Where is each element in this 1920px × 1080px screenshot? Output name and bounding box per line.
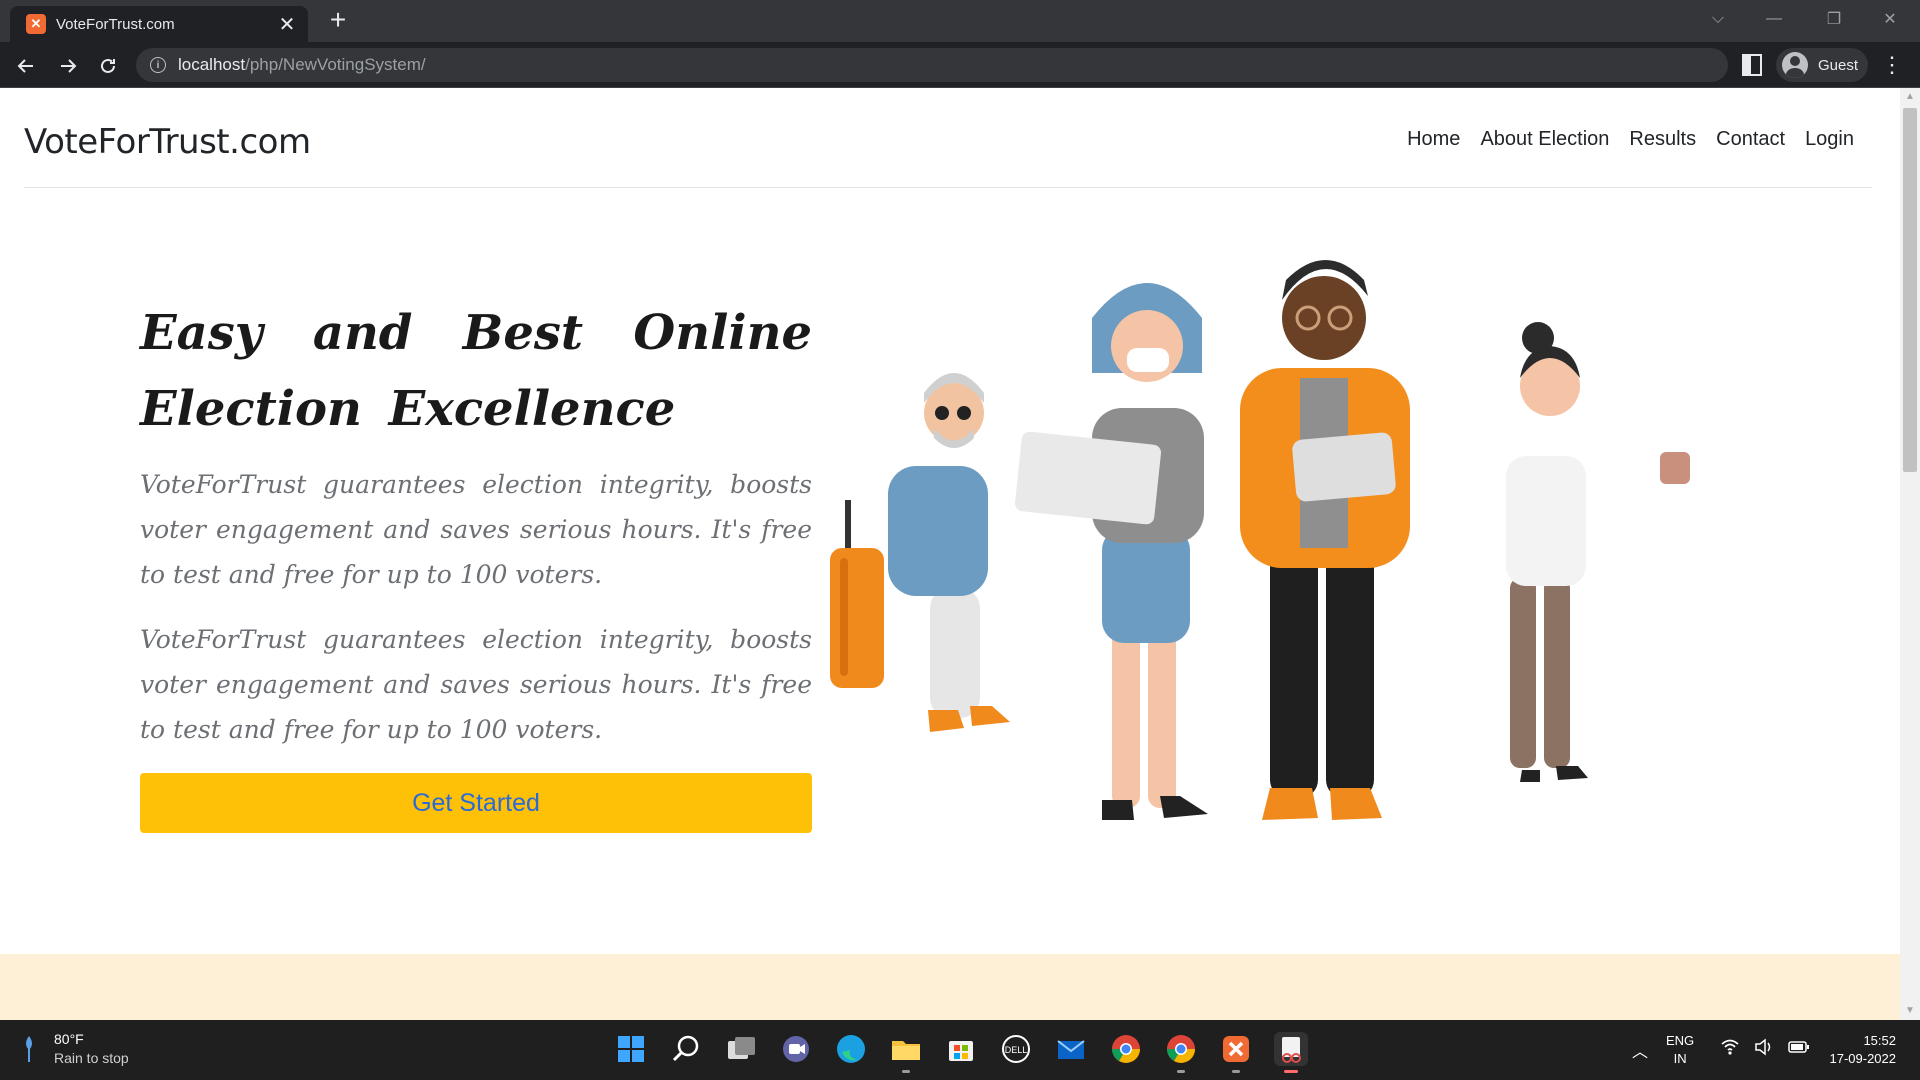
page-scrollbar[interactable]: ▲ ▼ (1900, 88, 1920, 1020)
task-view-icon[interactable] (724, 1032, 758, 1066)
chrome-icon[interactable] (1109, 1032, 1143, 1066)
voters-illustration (830, 260, 1690, 820)
hero-title: Easy and Best Online Election Excellence (140, 305, 812, 437)
forward-icon[interactable] (52, 50, 84, 82)
nav-home[interactable]: Home (1407, 128, 1460, 151)
nav-contact[interactable]: Contact (1716, 128, 1785, 151)
reload-icon[interactable] (92, 50, 124, 82)
volume-icon[interactable] (1754, 1038, 1774, 1056)
edge-icon[interactable] (834, 1032, 868, 1066)
region-code: IN (1673, 1051, 1687, 1066)
elderly-man-figure (888, 373, 1010, 732)
url-text: localhost/php/NewVotingSystem/ (178, 55, 426, 74)
browser-toolbar: i localhost/php/NewVotingSystem/ Guest ⋮ (0, 42, 1920, 88)
hero-paragraph: VoteForTrust guarantees election integri… (140, 625, 812, 744)
clock-date: 17-09-2022 (1829, 1051, 1897, 1066)
teams-chat-icon[interactable] (779, 1032, 813, 1066)
snipping-tool-icon[interactable] (1274, 1032, 1308, 1073)
weather-widget[interactable]: 80°F Rain to stop (22, 1030, 129, 1068)
chrome-profile-icon[interactable] (1164, 1032, 1198, 1073)
language-code: ENG (1666, 1033, 1695, 1048)
chevron-up-icon[interactable]: ︿ (1632, 1038, 1648, 1062)
search-icon[interactable] (669, 1032, 703, 1066)
site-header: VoteForTrust.com Home About Election Res… (24, 88, 1872, 188)
system-tray-icons[interactable] (1720, 1038, 1810, 1056)
new-tab-button[interactable]: + (322, 6, 354, 36)
profile-button[interactable]: Guest (1776, 48, 1868, 82)
next-section-preview (0, 954, 1900, 1020)
clock-time: 15:52 (1863, 1033, 1896, 1048)
get-started-button[interactable]: Get Started (140, 773, 812, 833)
woman-with-laptop-figure (1014, 283, 1208, 820)
xampp-favicon-icon: ✕ (26, 14, 46, 34)
nav-results[interactable]: Results (1629, 128, 1696, 151)
woman-with-mug-figure (1506, 322, 1690, 782)
hero-paragraph: VoteForTrust guarantees election integri… (140, 470, 812, 589)
scroll-down-icon[interactable]: ▼ (1900, 1002, 1920, 1020)
active-indicator (1284, 1070, 1298, 1073)
weather-description: Rain to stop (54, 1050, 129, 1066)
weather-umbrella-icon (26, 1036, 32, 1062)
tab-title: VoteForTrust.com (56, 15, 175, 33)
guest-avatar-icon (1782, 52, 1808, 78)
restore-button[interactable]: ❐ (1806, 0, 1862, 38)
xampp-icon[interactable] (1219, 1032, 1253, 1073)
site-nav: Home About Election Results Contact Logi… (1407, 128, 1854, 151)
dell-icon[interactable]: DELL (999, 1032, 1033, 1066)
suitcase-illustration (830, 500, 884, 688)
battery-icon[interactable] (1788, 1038, 1810, 1056)
mail-icon[interactable] (1054, 1032, 1088, 1066)
close-window-button[interactable]: ✕ (1862, 0, 1918, 38)
start-icon[interactable] (614, 1032, 648, 1066)
site-info-icon[interactable]: i (150, 57, 166, 73)
weather-temperature: 80°F (54, 1031, 84, 1047)
site-brand[interactable]: VoteForTrust.com (24, 122, 311, 162)
running-indicator (1177, 1070, 1185, 1073)
get-started-label: Get Started (412, 788, 540, 817)
more-menu-icon[interactable]: ⋮ (1880, 54, 1904, 78)
scroll-thumb[interactable] (1903, 108, 1917, 472)
windows-taskbar: 80°F Rain to stop DELL ︿ ENG IN 15:52 17… (0, 1020, 1920, 1080)
running-indicator (902, 1070, 910, 1073)
man-in-orange-jacket-figure (1240, 260, 1410, 820)
nav-about-election[interactable]: About Election (1480, 128, 1609, 151)
nav-login[interactable]: Login (1805, 128, 1854, 151)
running-indicator (1232, 1070, 1240, 1073)
side-panel-icon[interactable] (1742, 54, 1762, 76)
browser-tab-strip: ✕ VoteForTrust.com ✕ + ⌵ — ❐ ✕ (0, 0, 1920, 42)
language-indicator[interactable]: ENG IN (1666, 1032, 1694, 1068)
scroll-up-icon[interactable]: ▲ (1900, 88, 1920, 106)
microsoft-store-icon[interactable] (944, 1032, 978, 1066)
tab-close-button[interactable]: ✕ (276, 12, 298, 37)
browser-tab[interactable]: ✕ VoteForTrust.com ✕ (10, 6, 308, 42)
svg-text:DELL: DELL (1005, 1045, 1028, 1055)
tab-search-button[interactable]: ⌵ (1690, 0, 1746, 38)
system-clock[interactable]: 15:52 17-09-2022 (1830, 1032, 1897, 1068)
page-viewport: VoteForTrust.com Home About Election Res… (0, 88, 1900, 1020)
file-explorer-icon[interactable] (889, 1032, 923, 1073)
minimize-button[interactable]: — (1746, 0, 1802, 38)
address-bar[interactable]: i localhost/php/NewVotingSystem/ (136, 48, 1728, 82)
profile-label: Guest (1818, 56, 1859, 74)
wifi-icon[interactable] (1720, 1038, 1740, 1056)
back-icon[interactable] (10, 50, 42, 82)
